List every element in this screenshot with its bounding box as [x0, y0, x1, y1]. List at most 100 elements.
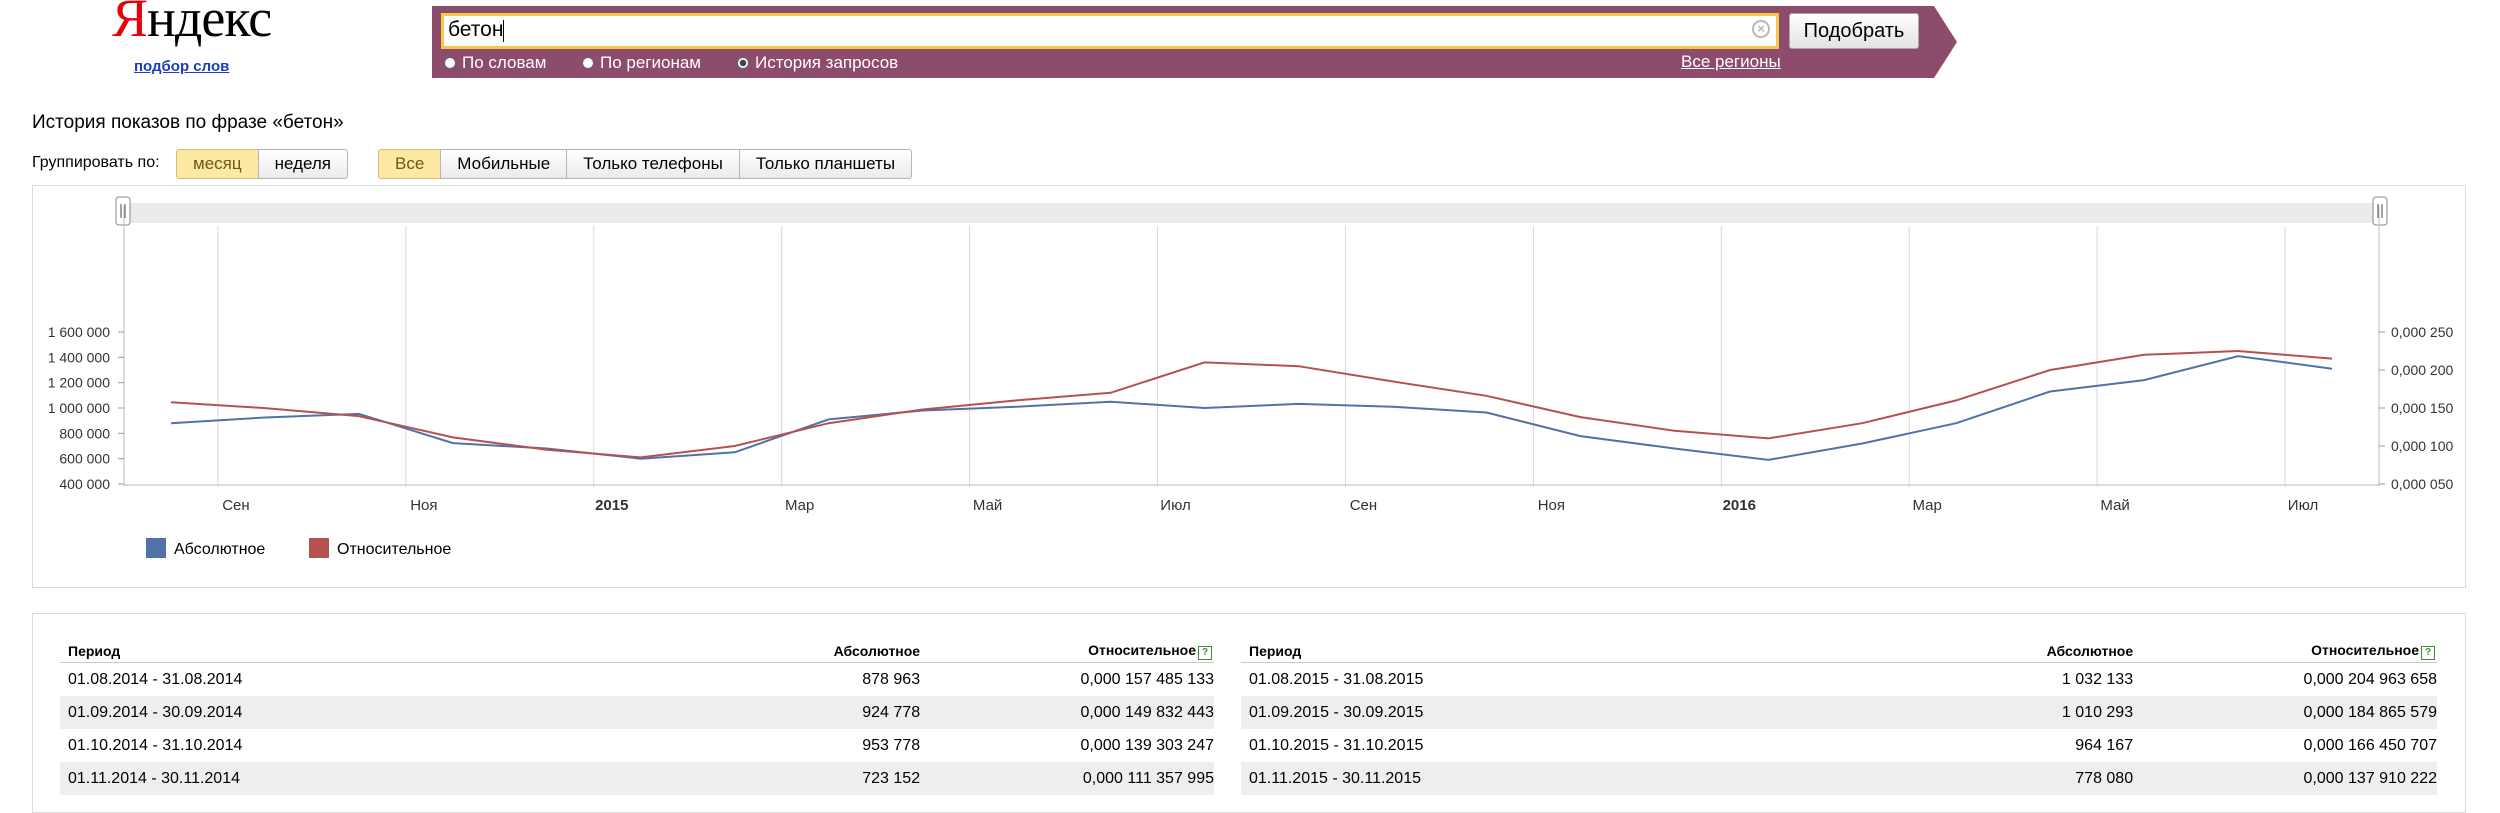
device-phones-button[interactable]: Только телефоны: [566, 149, 740, 179]
col-period: Период: [1241, 640, 1834, 663]
y-tick-label-right: 0,000 100: [2391, 438, 2453, 454]
range-handle-right[interactable]: [2372, 196, 2388, 226]
cell-absolute: 778 080: [1833, 762, 2134, 795]
cell-absolute: 723 152: [622, 762, 921, 795]
data-point[interactable]: [920, 407, 925, 412]
data-point[interactable]: [2048, 368, 2053, 373]
data-point[interactable]: [356, 414, 361, 419]
data-point[interactable]: [1672, 428, 1677, 433]
group-month-button[interactable]: месяц: [176, 149, 259, 179]
table-row: 01.10.2015 - 31.10.2015 964 167 0,000 166 …: [1241, 729, 2437, 762]
legend-swatch-absolute: [146, 538, 166, 558]
legend-swatch-relative: [309, 538, 329, 558]
yandex-logo[interactable]: Яндекс: [112, 0, 272, 48]
data-point[interactable]: [1578, 415, 1583, 420]
data-point[interactable]: [1766, 436, 1771, 441]
help-icon[interactable]: ?: [2421, 646, 2435, 660]
radio-by-words[interactable]: По словам: [444, 53, 546, 73]
cell-absolute: 953 778: [862, 736, 921, 754]
search-submit-button[interactable]: Подобрать: [1789, 13, 1919, 49]
all-regions-link[interactable]: Все регионы: [1681, 52, 1781, 72]
search-query-text: бетон: [448, 18, 504, 41]
data-point[interactable]: [2142, 378, 2147, 383]
data-point[interactable]: [732, 444, 737, 449]
range-handle-left[interactable]: [115, 196, 131, 226]
data-point[interactable]: [544, 447, 549, 452]
search-input[interactable]: [441, 13, 1779, 49]
radio-label: По регионам: [600, 53, 701, 72]
radio-query-history[interactable]: История запросов: [737, 53, 898, 73]
device-tablets-button[interactable]: Только планшеты: [738, 149, 913, 179]
history-chart: Сен Ноя 2015 Мар Май Июл Сен Ноя 2016 Мар Май Июл 40…: [48, 196, 2453, 514]
data-point[interactable]: [1108, 399, 1113, 404]
radio-dot[interactable]: [444, 57, 456, 69]
data-point[interactable]: [168, 421, 173, 426]
data-point[interactable]: [2236, 349, 2241, 354]
data-point[interactable]: [1954, 421, 1959, 426]
x-tick-label: Ноя: [410, 497, 437, 514]
data-point[interactable]: [1578, 434, 1583, 439]
text-caret: [503, 20, 504, 42]
group-week-button[interactable]: неделя: [257, 149, 348, 179]
podbor-slov-link[interactable]: подбор слов: [134, 58, 229, 75]
clear-icon[interactable]: ×: [1752, 20, 1770, 38]
help-icon[interactable]: ?: [1198, 646, 1212, 660]
data-point[interactable]: [732, 450, 737, 455]
data-point[interactable]: [1766, 457, 1771, 462]
legend-relative[interactable]: Относительное: [309, 538, 451, 560]
data-point[interactable]: [826, 421, 831, 426]
cell-relative: 0,000 166 450 707: [2303, 736, 2437, 754]
data-point[interactable]: [1860, 421, 1865, 426]
data-point[interactable]: [1014, 398, 1019, 403]
x-tick-label: Июл: [2288, 497, 2318, 514]
data-point[interactable]: [262, 415, 267, 420]
data-point[interactable]: [1860, 441, 1865, 446]
data-point[interactable]: [450, 435, 455, 440]
data-point[interactable]: [1202, 406, 1207, 411]
data-point[interactable]: [262, 406, 267, 411]
data-point[interactable]: [168, 400, 173, 405]
data-point[interactable]: [1108, 390, 1113, 395]
data-point[interactable]: [1390, 404, 1395, 409]
col-relative-label: Относительное: [2311, 642, 2419, 658]
table-row: 01.09.2014 - 30.09.2014 924 778 0,000 149 …: [60, 696, 1214, 729]
data-point[interactable]: [1202, 360, 1207, 365]
chart-panel: Сен Ноя 2015 Мар Май Июл Сен Ноя 2016 Мар Май Июл 40…: [32, 185, 2466, 588]
range-navigator[interactable]: [121, 203, 2382, 223]
data-point[interactable]: [2142, 352, 2147, 357]
y-tick-label-right: 0,000 050: [2391, 476, 2453, 492]
cell-period: 01.08.2015 - 31.08.2015: [1249, 670, 1424, 688]
data-point[interactable]: [450, 441, 455, 446]
cell-relative: 0,000 111 357 995: [920, 762, 1214, 795]
radio-dot-selected[interactable]: [737, 57, 749, 69]
data-point[interactable]: [1954, 398, 1959, 403]
data-point[interactable]: [1390, 379, 1395, 384]
device-mobile-button[interactable]: Мобильные: [440, 149, 568, 179]
radio-dot[interactable]: [582, 57, 594, 69]
radio-by-regions[interactable]: По регионам: [582, 53, 701, 73]
device-all-button[interactable]: Все: [378, 149, 442, 179]
logo-first-letter: Я: [112, 0, 148, 48]
series-line-absolute: [170, 355, 2333, 461]
history-table-panel: Период Абсолютное Относительное? 01.08.2…: [32, 613, 2466, 813]
cell-relative: 0,000 139 303 247: [1080, 736, 1214, 754]
data-point[interactable]: [1296, 364, 1301, 369]
data-point[interactable]: [1296, 401, 1301, 406]
col-absolute: Абсолютное: [1833, 640, 2134, 663]
x-tick-label: Мар: [1913, 497, 1942, 514]
cell-relative: 0,000 157 485 133: [1080, 670, 1214, 688]
data-point[interactable]: [2330, 356, 2335, 361]
y-tick-label-left: 1 200 000: [48, 375, 110, 391]
data-point[interactable]: [2330, 366, 2335, 371]
legend-absolute[interactable]: Абсолютное: [146, 538, 265, 560]
y-tick-label-left: 1 600 000: [48, 324, 110, 340]
data-point[interactable]: [2236, 354, 2241, 359]
y-tick-label-right: 0,000 250: [2391, 324, 2453, 340]
data-point[interactable]: [638, 455, 643, 460]
y-tick-label-right: 0,000 200: [2391, 362, 2453, 378]
data-point[interactable]: [1484, 393, 1489, 398]
data-point[interactable]: [2048, 389, 2053, 394]
data-point[interactable]: [1672, 446, 1677, 451]
data-point[interactable]: [1484, 410, 1489, 415]
data-point[interactable]: [1014, 404, 1019, 409]
